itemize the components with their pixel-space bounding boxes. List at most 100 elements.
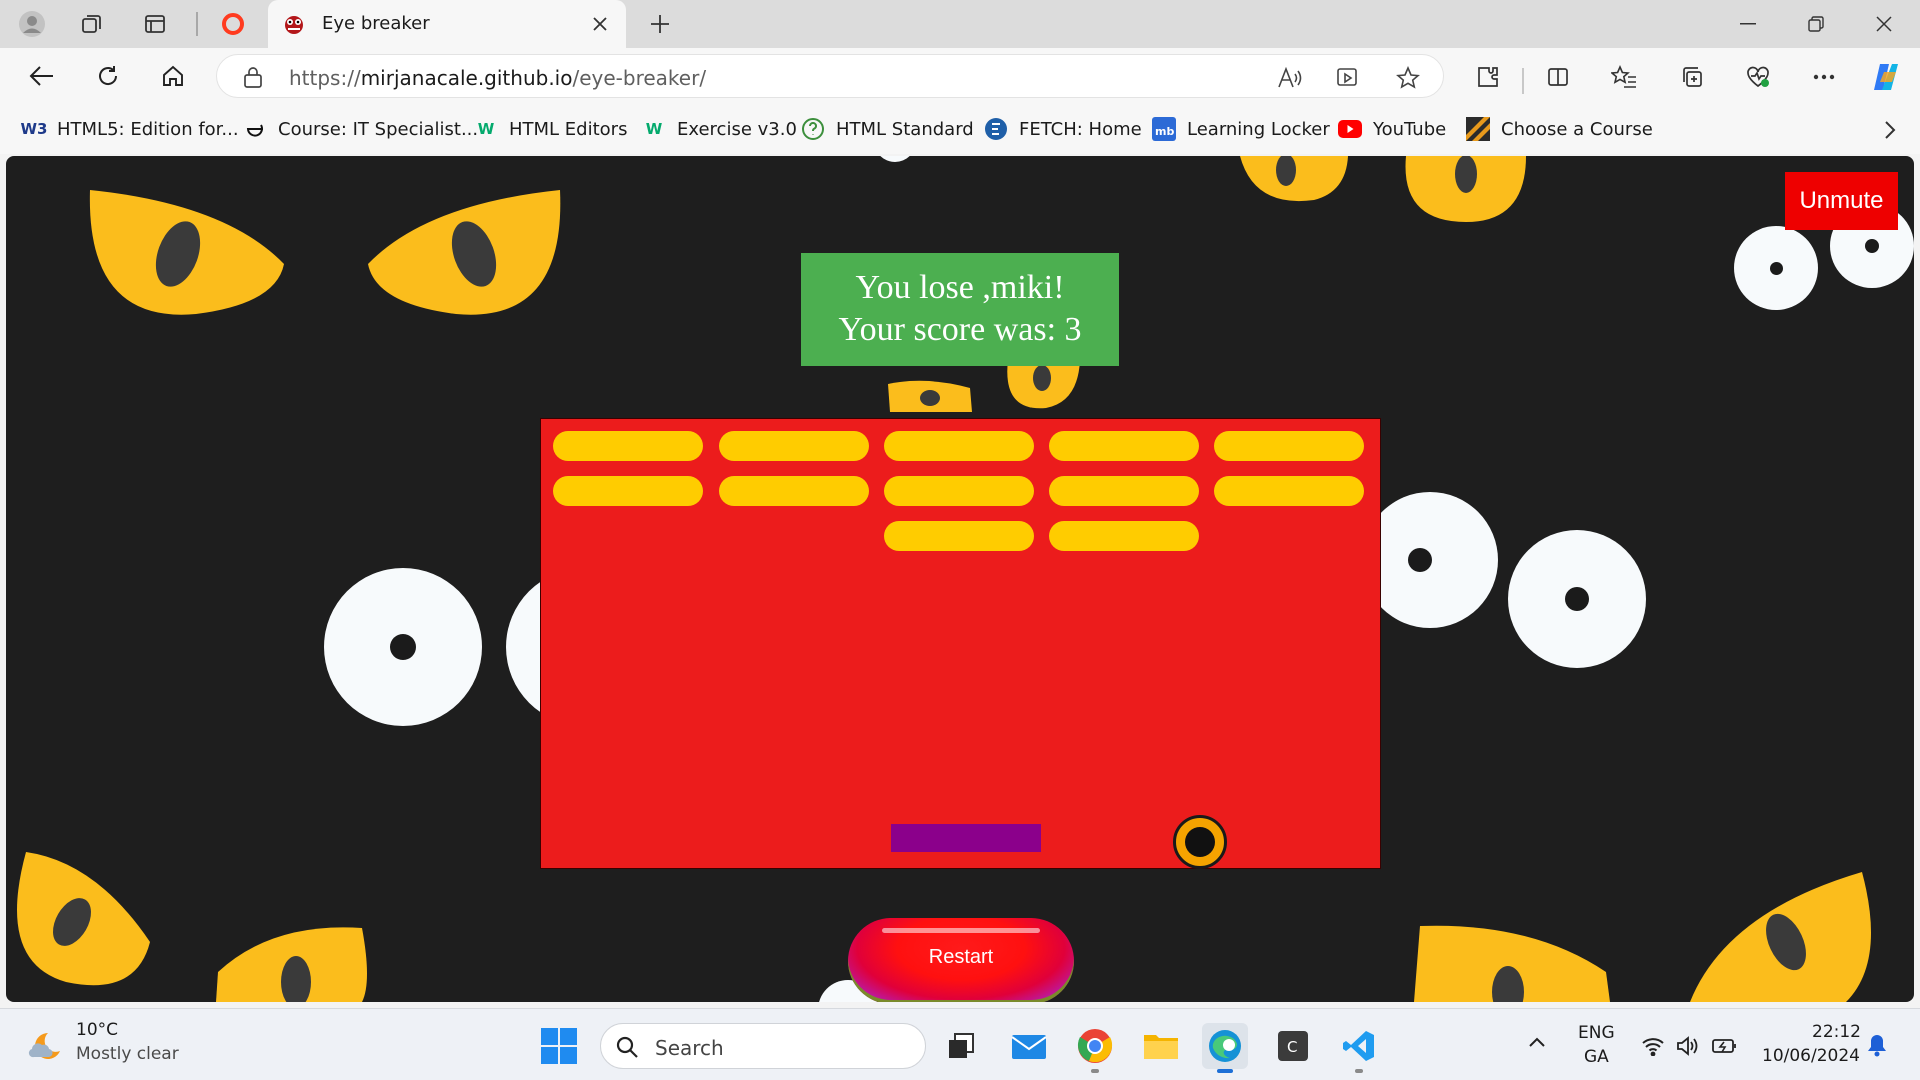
tab-actions-icon[interactable] <box>137 6 173 42</box>
paddle[interactable] <box>891 824 1041 852</box>
bookmarks-bar: W3 HTML5: Edition for... Course: IT Spec… <box>0 104 1920 154</box>
refresh-icon[interactable] <box>88 56 128 96</box>
bookmark-exercise[interactable]: W Exercise v3.0 <box>642 114 797 144</box>
volume-icon[interactable] <box>1674 1033 1700 1059</box>
active-tab[interactable]: Eye breaker <box>268 0 626 48</box>
white-eye-icon <box>874 156 916 162</box>
yellow-eye-icon <box>17 852 150 986</box>
bookmark-label: YouTube <box>1373 118 1447 140</box>
home-icon[interactable] <box>153 56 193 96</box>
mail-icon[interactable] <box>1006 1023 1052 1069</box>
white-eye-icon <box>1734 226 1818 310</box>
clock-time[interactable]: 22:12 <box>1812 1022 1861 1042</box>
edge-e-icon <box>243 117 267 141</box>
unmute-button[interactable]: Unmute <box>1785 172 1898 230</box>
collections-icon[interactable] <box>1674 59 1710 95</box>
brick <box>553 431 703 461</box>
svg-text:mb: mb <box>1155 125 1174 138</box>
yellow-eye-icon <box>888 380 972 412</box>
minimize-icon[interactable] <box>1716 0 1780 48</box>
bookmark-label: HTML Standard <box>836 118 974 140</box>
extensions-icon[interactable] <box>1470 59 1506 95</box>
keyboard-layout-indicator[interactable]: GA <box>1584 1047 1609 1067</box>
profile-avatar-icon[interactable] <box>14 6 50 42</box>
bookmark-html-standard[interactable]: HTML Standard <box>801 114 974 144</box>
clock-date[interactable]: 10/06/2024 <box>1762 1046 1860 1066</box>
game-canvas[interactable] <box>540 418 1381 869</box>
c-app-icon[interactable]: C <box>1270 1023 1316 1069</box>
browser-essentials-icon[interactable] <box>1740 59 1776 95</box>
bookmark-label: HTML5: Edition for... <box>57 118 239 140</box>
restart-button[interactable]: Restart <box>848 918 1074 1002</box>
search-placeholder: Search <box>655 1036 724 1060</box>
yellow-eye-icon <box>368 190 561 315</box>
white-eye-icon <box>324 568 482 726</box>
back-icon[interactable] <box>22 56 62 96</box>
youtube-icon <box>1338 117 1362 141</box>
immersive-reader-icon[interactable] <box>1333 63 1363 93</box>
yellow-eye-icon <box>1405 156 1526 222</box>
bookmark-label: HTML Editors <box>509 118 628 140</box>
split-screen-icon[interactable] <box>1540 59 1576 95</box>
mb-icon: mb <box>1152 117 1176 141</box>
running-indicator <box>1355 1069 1363 1073</box>
bookmark-html5-edition[interactable]: W3 HTML5: Edition for... <box>21 114 239 144</box>
tab-title: Eye breaker <box>322 13 430 34</box>
bookmark-learning-locker[interactable]: mb Learning Locker <box>1152 114 1330 144</box>
chevron-up-icon[interactable] <box>1528 1033 1546 1052</box>
tab-strip: Eye breaker <box>0 0 1920 48</box>
copilot-icon[interactable] <box>1868 59 1904 95</box>
close-window-icon[interactable] <box>1852 0 1916 48</box>
fetch-icon <box>984 117 1008 141</box>
lock-icon[interactable] <box>243 66 263 88</box>
read-aloud-icon[interactable] <box>1275 63 1305 93</box>
language-indicator[interactable]: ENG <box>1578 1023 1615 1043</box>
restore-icon[interactable] <box>1784 0 1848 48</box>
bookmark-label: Choose a Course <box>1501 118 1653 140</box>
weather-temperature[interactable]: 10°C <box>76 1020 118 1040</box>
running-indicator <box>1091 1069 1099 1073</box>
page-viewport: Unmute You lose ,miki! Your score was: 3… <box>6 156 1914 1002</box>
brick <box>719 476 869 506</box>
bookmark-label: Learning Locker <box>1187 118 1330 140</box>
white-eye-icon <box>1508 530 1646 668</box>
moon-cloud-weather-icon[interactable] <box>26 1025 66 1065</box>
bookmark-fetch-home[interactable]: FETCH: Home <box>984 114 1142 144</box>
tab-separator <box>196 12 198 36</box>
chevron-right-icon[interactable] <box>1876 116 1904 144</box>
favorite-star-icon[interactable] <box>1393 63 1423 93</box>
bookmark-label: Exercise v3.0 <box>677 118 797 140</box>
url-text[interactable]: https://mirjanacale.github.io/eye-breake… <box>289 66 706 90</box>
chrome-icon[interactable] <box>1072 1023 1118 1073</box>
yellow-eye-icon <box>89 190 284 315</box>
bookmark-youtube[interactable]: YouTube <box>1338 114 1446 144</box>
w3-green-icon: W <box>477 120 495 138</box>
brick <box>884 521 1034 551</box>
bookmark-label: Course: IT Specialist... <box>278 118 479 140</box>
bookmark-html-editors[interactable]: W HTML Editors <box>474 114 628 144</box>
task-view-icon[interactable] <box>938 1023 984 1069</box>
address-bar[interactable]: https://mirjanacale.github.io/eye-breake… <box>216 54 1444 98</box>
toolbar-separator <box>1522 68 1524 94</box>
edge-icon[interactable] <box>1202 1023 1248 1073</box>
more-menu-icon[interactable] <box>1806 59 1842 95</box>
favorites-icon[interactable] <box>1606 59 1642 95</box>
taskbar-search-box[interactable]: Search <box>600 1023 926 1069</box>
question-circle-icon <box>801 117 825 141</box>
file-explorer-icon[interactable] <box>1138 1023 1184 1069</box>
weather-description[interactable]: Mostly clear <box>76 1044 179 1064</box>
wifi-icon[interactable] <box>1640 1033 1666 1059</box>
lose-message-text: You lose ,miki! <box>855 269 1065 306</box>
battery-charging-icon[interactable] <box>1712 1033 1738 1059</box>
vscode-icon[interactable] <box>1336 1023 1382 1073</box>
windows-start-icon[interactable] <box>540 1027 578 1065</box>
new-tab-icon[interactable] <box>642 6 678 42</box>
notification-bell-icon[interactable] <box>1866 1033 1888 1061</box>
bookmark-course-it-specialist[interactable]: Course: IT Specialist... <box>243 114 478 144</box>
yellow-eye-icon <box>1240 156 1348 202</box>
white-eye-icon <box>1362 492 1498 628</box>
close-tab-icon[interactable] <box>584 8 616 40</box>
opera-icon[interactable] <box>215 6 251 42</box>
workspaces-icon[interactable] <box>74 6 110 42</box>
bookmark-choose-a-course[interactable]: Choose a Course <box>1466 114 1653 144</box>
